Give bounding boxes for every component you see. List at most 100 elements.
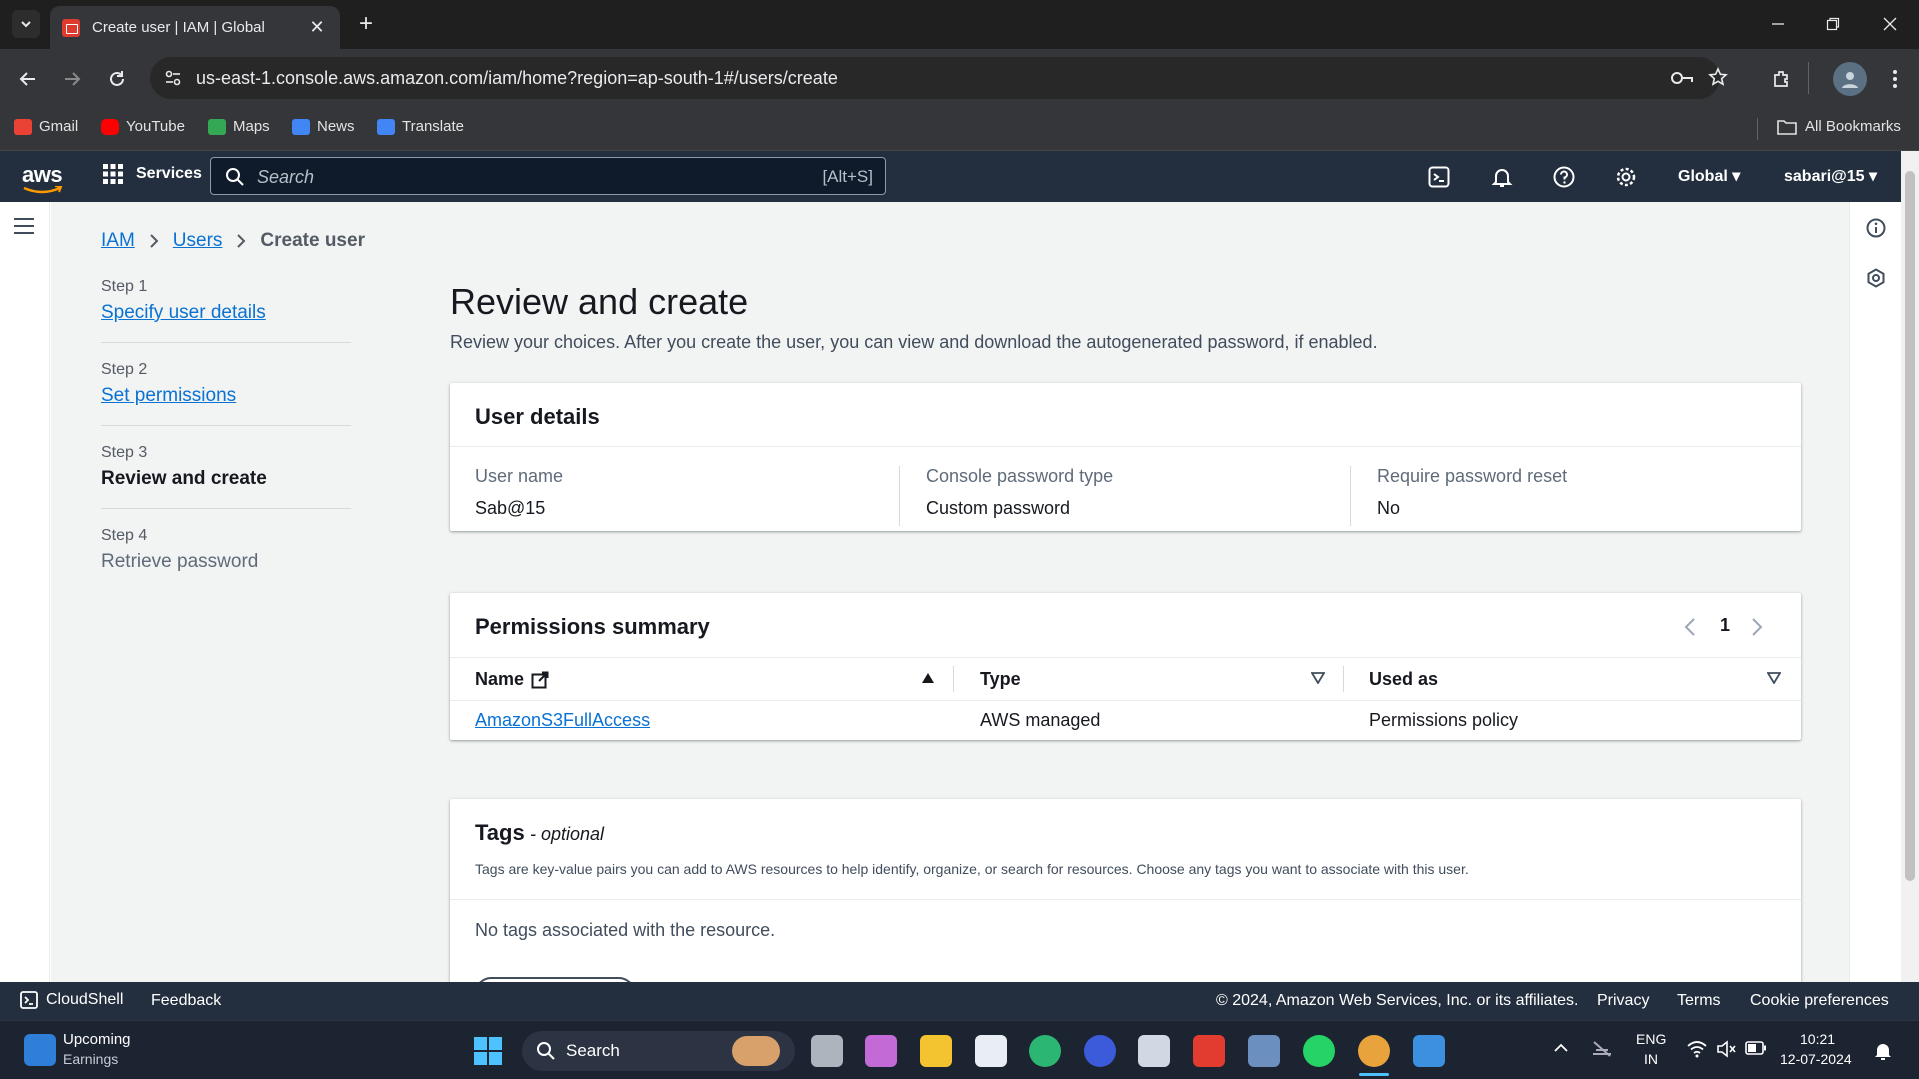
photos-icon[interactable]	[1413, 1035, 1445, 1067]
tab-close-icon[interactable]: ✕	[306, 17, 328, 38]
pagination-page[interactable]: 1	[1720, 615, 1730, 636]
app-c-icon[interactable]	[1084, 1035, 1116, 1067]
settings-gear-icon[interactable]	[1613, 164, 1639, 190]
help-icon[interactable]	[1551, 164, 1577, 190]
column-header-type[interactable]: Type	[980, 669, 1021, 690]
account-menu[interactable]: sabari@15 ▾	[1784, 166, 1877, 186]
new-tab-icon[interactable]: +	[352, 11, 380, 37]
battery-icon[interactable]	[1745, 1041, 1767, 1055]
wifi-icon[interactable]	[1687, 1040, 1707, 1058]
task-view-icon[interactable]	[811, 1035, 843, 1067]
bookmark-star-icon[interactable]	[1708, 67, 1728, 87]
profile-avatar[interactable]	[1833, 62, 1867, 96]
card-divider	[450, 446, 1801, 447]
minimize-icon[interactable]	[1763, 12, 1793, 36]
edge-icon[interactable]	[1029, 1035, 1061, 1067]
bookmark-label: YouTube	[126, 118, 185, 135]
bookmark-gmail[interactable]: Gmail	[14, 118, 78, 135]
step-number: Step 1	[101, 278, 148, 295]
grid-icon	[103, 164, 123, 184]
close-window-icon[interactable]	[1875, 12, 1905, 36]
sort-ascending-icon[interactable]	[921, 672, 935, 684]
cloudshell-icon[interactable]	[1426, 164, 1452, 190]
chevron-right-icon[interactable]	[1751, 617, 1763, 637]
whatsapp-icon[interactable]	[1303, 1035, 1335, 1067]
step-2: Step 2 Set permissions	[101, 361, 351, 426]
breadcrumb-iam[interactable]: IAM	[101, 230, 135, 252]
widget-title[interactable]: Upcoming	[63, 1031, 131, 1048]
folder-icon	[1777, 119, 1797, 135]
page-scrollbar[interactable]	[1901, 151, 1919, 1019]
aws-search-input[interactable]: Search [Alt+S]	[210, 157, 886, 195]
all-bookmarks[interactable]: All Bookmarks	[1777, 118, 1901, 135]
feedback-link[interactable]: Feedback	[151, 992, 221, 1010]
aws-logo-text: aws	[22, 162, 63, 187]
app-red-icon[interactable]	[1193, 1035, 1225, 1067]
bookmark-news[interactable]: News	[292, 118, 355, 135]
browser-tab-active[interactable]: Create user | IAM | Global ✕	[50, 6, 340, 49]
breadcrumb: IAM Users Create user	[101, 230, 365, 252]
clock-time[interactable]: 10:21	[1800, 1031, 1835, 1047]
side-nav-rail	[0, 202, 50, 982]
step-number: Step 3	[101, 444, 148, 461]
iam-favicon-icon	[62, 18, 80, 37]
reload-icon[interactable]	[102, 64, 132, 94]
sort-icon[interactable]	[1311, 672, 1325, 684]
forward-icon[interactable]	[57, 64, 87, 94]
hexagon-settings-icon[interactable]	[1866, 268, 1886, 288]
taskbar-search-box[interactable]: Search	[522, 1031, 795, 1071]
column-header-used-as[interactable]: Used as	[1369, 669, 1438, 690]
bookmarks-divider	[1757, 118, 1758, 140]
bookmark-youtube[interactable]: YouTube	[101, 118, 185, 135]
policy-link[interactable]: AmazonS3FullAccess	[475, 710, 650, 731]
chevron-up-icon[interactable]	[1553, 1043, 1569, 1053]
windows-start-icon[interactable]	[474, 1037, 502, 1065]
extensions-icon[interactable]	[1767, 64, 1797, 94]
restore-icon[interactable]	[1818, 12, 1848, 36]
hamburger-menu-icon[interactable]	[14, 218, 34, 234]
privacy-link[interactable]: Privacy	[1597, 992, 1649, 1010]
column-header-name[interactable]: Name	[475, 669, 549, 690]
toolbar-divider	[1808, 62, 1809, 94]
cloudshell-button[interactable]: CloudShell	[20, 991, 123, 1009]
file-explorer-icon[interactable]	[920, 1035, 952, 1067]
tab-search-button[interactable]	[12, 10, 40, 38]
bookmark-translate[interactable]: Translate	[377, 118, 464, 135]
step-link-specify-user-details[interactable]: Specify user details	[101, 302, 351, 324]
shell-graphic-icon	[732, 1036, 780, 1066]
weather-widget-icon[interactable]	[24, 1034, 56, 1066]
aws-logo[interactable]: aws	[22, 162, 64, 194]
cookie-preferences-link[interactable]: Cookie preferences	[1750, 992, 1889, 1010]
remote-desktop-icon[interactable]	[1248, 1035, 1280, 1067]
browser-menu-icon[interactable]	[1880, 64, 1910, 94]
scrollbar-thumb[interactable]	[1905, 171, 1915, 881]
user-details-card: User details User name Sab@15 Console pa…	[450, 383, 1801, 531]
address-bar[interactable]: us-east-1.console.aws.amazon.com/iam/hom…	[150, 57, 1728, 99]
network-off-icon[interactable]	[1591, 1040, 1613, 1058]
sort-icon[interactable]	[1767, 672, 1781, 684]
language-indicator[interactable]: ENG	[1636, 1031, 1666, 1047]
volume-muted-icon[interactable]	[1716, 1040, 1736, 1058]
chrome-icon[interactable]	[1358, 1035, 1390, 1067]
copilot-icon[interactable]	[865, 1035, 897, 1067]
active-app-indicator	[1359, 1073, 1389, 1076]
region-selector[interactable]: Global ▾	[1678, 166, 1740, 186]
terms-link[interactable]: Terms	[1677, 992, 1721, 1010]
column-divider	[899, 466, 900, 526]
services-menu[interactable]: Services	[102, 163, 202, 185]
microsoft-store-icon[interactable]	[975, 1035, 1007, 1067]
password-key-icon[interactable]	[1670, 69, 1694, 87]
notifications-bell-icon[interactable]	[1489, 164, 1515, 190]
info-icon[interactable]	[1866, 218, 1886, 238]
virtualbox-icon[interactable]	[1138, 1035, 1170, 1067]
policy-used-as: Permissions policy	[1369, 710, 1519, 730]
site-info-icon[interactable]	[164, 69, 182, 87]
back-icon[interactable]	[13, 64, 43, 94]
chevron-left-icon[interactable]	[1684, 617, 1696, 637]
bookmark-maps[interactable]: Maps	[208, 118, 270, 135]
search-shortcut: [Alt+S]	[822, 167, 873, 186]
region-indicator: IN	[1644, 1051, 1658, 1067]
step-link-set-permissions[interactable]: Set permissions	[101, 385, 351, 407]
notification-bell-icon[interactable]	[1874, 1041, 1892, 1061]
breadcrumb-users[interactable]: Users	[173, 230, 223, 252]
